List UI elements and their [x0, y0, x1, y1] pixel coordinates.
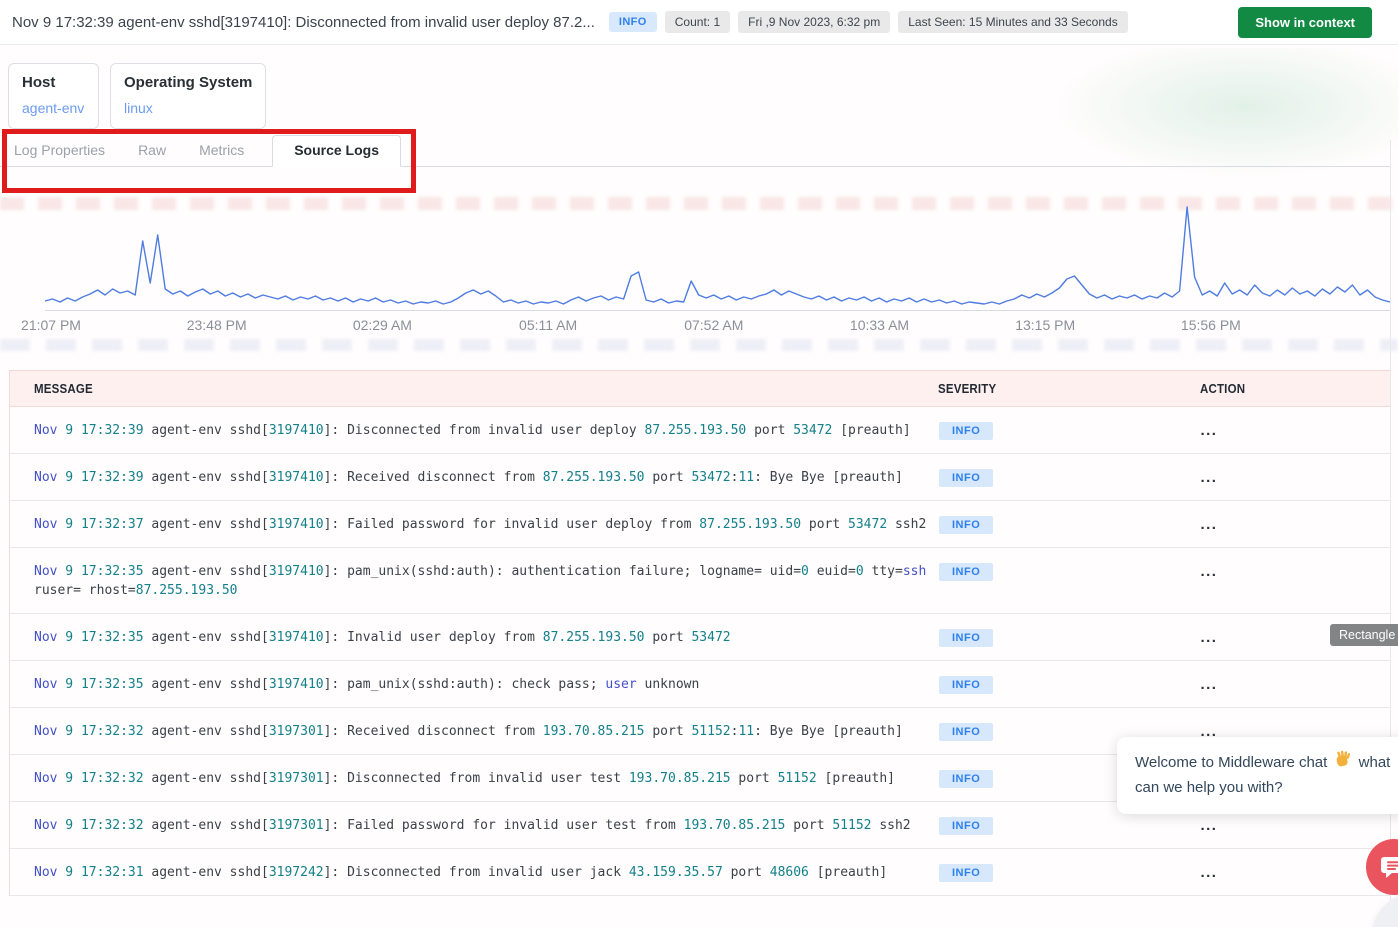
- row-actions-menu-button[interactable]: ...: [1200, 422, 1217, 439]
- ghost-artifact-strip: [0, 339, 1398, 351]
- log-message: Nov 9 17:32:35 agent-env sshd[3197410]: …: [34, 630, 731, 645]
- axis-tick-label: 02:29 AM: [352, 317, 412, 333]
- table-row: Nov 9 17:32:35 agent-env sshd[3197410]: …: [10, 661, 1390, 708]
- severity-badge: INFO: [939, 629, 994, 647]
- axis-tick-label: 13:15 PM: [1015, 317, 1076, 333]
- severity-badge: INFO: [939, 864, 994, 882]
- log-message: Nov 9 17:32:35 agent-env sshd[3197410]: …: [34, 677, 700, 692]
- last-seen-badge: Last Seen: 15 Minutes and 33 Seconds: [898, 11, 1128, 33]
- event-summary-bar: Nov 9 17:32:39 agent-env sshd[3197410]: …: [0, 0, 1398, 45]
- info-cards: Host agent-env Operating System linux: [8, 63, 267, 129]
- severity-badge: INFO: [939, 817, 994, 835]
- wave-emoji-icon: [1333, 750, 1352, 776]
- log-message: Nov 9 17:32:32 agent-env sshd[3197301]: …: [34, 724, 903, 739]
- chat-message-part1: Welcome to Middleware chat: [1135, 754, 1328, 771]
- tab-raw[interactable]: Raw: [138, 136, 166, 166]
- axis-tick-label: 23:48 PM: [186, 317, 247, 333]
- table-row: Nov 9 17:32:37 agent-env sshd[3197410]: …: [10, 501, 1390, 548]
- table-row: Nov 9 17:32:39 agent-env sshd[3197410]: …: [10, 454, 1390, 501]
- column-header-action: ACTION: [1200, 381, 1246, 396]
- column-header-message: MESSAGE: [34, 381, 93, 396]
- host-card-value[interactable]: agent-env: [22, 100, 85, 116]
- detail-tabs: Log Properties Raw Metrics Source Logs: [0, 135, 1390, 167]
- chart-x-axis-labels: 21:07 PM 23:48 PM 02:29 AM 05:11 AM 07:52 AM…: [0, 317, 1398, 333]
- severity-badge: INFO: [939, 770, 994, 788]
- axis-tick-label: 05:11 AM: [519, 317, 578, 333]
- event-badges: INFO Count: 1 Fri ,9 Nov 2023, 6:32 pm L…: [608, 11, 1128, 33]
- log-message: Nov 9 17:32:35 agent-env sshd[3197410]: …: [34, 564, 927, 598]
- rectangle-tooltip: Rectangle: [1330, 624, 1398, 646]
- table-row: Nov 9 17:32:35 agent-env sshd[3197410]: …: [10, 614, 1390, 661]
- log-message: Nov 9 17:32:32 agent-env sshd[3197301]: …: [34, 771, 895, 786]
- table-header-row: MESSAGE SEVERITY ACTION: [10, 370, 1390, 407]
- date-badge: Fri ,9 Nov 2023, 6:32 pm: [738, 11, 891, 33]
- severity-badge: INFO: [939, 723, 994, 741]
- row-actions-menu-button[interactable]: ...: [1200, 469, 1217, 486]
- count-badge: Count: 1: [664, 11, 731, 33]
- log-volume-chart: [45, 199, 1390, 311]
- show-in-context-button[interactable]: Show in context: [1238, 6, 1372, 38]
- severity-badge: INFO: [939, 469, 994, 487]
- table-row: Nov 9 17:32:35 agent-env sshd[3197410]: …: [10, 548, 1390, 614]
- log-message: Nov 9 17:32:39 agent-env sshd[3197410]: …: [34, 470, 903, 485]
- severity-badge: INFO: [939, 676, 994, 694]
- severity-badge: INFO: [608, 12, 657, 32]
- axis-tick-label: 21:07 PM: [21, 317, 81, 333]
- column-header-severity: SEVERITY: [938, 381, 997, 396]
- os-card: Operating System linux: [110, 63, 267, 129]
- log-message: Nov 9 17:32:39 agent-env sshd[3197410]: …: [34, 423, 911, 438]
- log-detail-panel: Nov 9 17:32:39 agent-env sshd[3197410]: …: [0, 0, 1398, 927]
- os-card-label: Operating System: [124, 74, 253, 91]
- axis-tick-label: 15:56 PM: [1180, 317, 1241, 333]
- tab-log-properties[interactable]: Log Properties: [14, 136, 105, 166]
- event-title: Nov 9 17:32:39 agent-env sshd[3197410]: …: [12, 13, 595, 31]
- host-card-label: Host: [22, 74, 56, 91]
- row-actions-menu-button[interactable]: ...: [1200, 676, 1217, 693]
- severity-badge: INFO: [939, 516, 994, 534]
- table-row: Nov 9 17:32:39 agent-env sshd[3197410]: …: [10, 407, 1390, 454]
- log-message: Nov 9 17:32:31 agent-env sshd[3197242]: …: [34, 865, 888, 880]
- row-actions-menu-button[interactable]: ...: [1200, 864, 1217, 881]
- log-volume-sparkline: [45, 206, 1390, 305]
- chat-welcome-bubble[interactable]: Welcome to Middleware chat what can we h…: [1117, 737, 1398, 814]
- os-card-value[interactable]: linux: [124, 100, 252, 116]
- axis-tick-label: 10:33 AM: [849, 317, 910, 333]
- log-message: Nov 9 17:32:37 agent-env sshd[3197410]: …: [34, 517, 927, 532]
- severity-badge: INFO: [939, 563, 994, 581]
- row-actions-menu-button[interactable]: ...: [1200, 817, 1217, 834]
- host-card: Host agent-env: [8, 63, 99, 129]
- table-row: Nov 9 17:32:31 agent-env sshd[3197242]: …: [10, 849, 1390, 896]
- tab-metrics[interactable]: Metrics: [199, 136, 244, 166]
- chat-bubble-icon: [1381, 857, 1398, 878]
- source-logs-table: MESSAGE SEVERITY ACTION Nov 9 17:32:39 a…: [9, 370, 1390, 896]
- row-actions-menu-button[interactable]: ...: [1200, 629, 1217, 646]
- row-actions-menu-button[interactable]: ...: [1200, 516, 1217, 533]
- severity-badge: INFO: [939, 422, 994, 440]
- log-message: Nov 9 17:32:32 agent-env sshd[3197301]: …: [34, 818, 911, 833]
- axis-tick-label: 07:52 AM: [684, 317, 744, 333]
- row-actions-menu-button[interactable]: ...: [1200, 563, 1217, 580]
- chart-x-axis: [45, 310, 1390, 311]
- chat-avatar-placeholder: [1372, 893, 1398, 927]
- tab-source-logs[interactable]: Source Logs: [272, 135, 401, 167]
